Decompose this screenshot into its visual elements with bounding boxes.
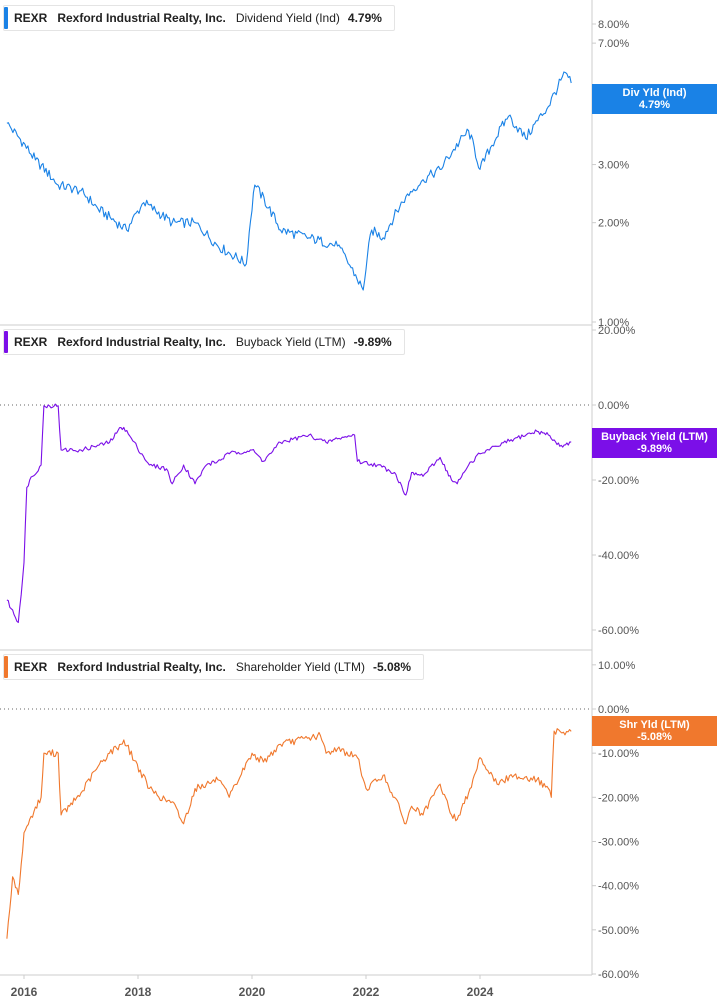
legend-ticker: REXR xyxy=(14,11,48,25)
y-tick-label: -40.00% xyxy=(598,550,639,562)
y-tick-label: 3.00% xyxy=(598,160,629,172)
y-tick-label: 10.00% xyxy=(598,660,636,672)
legend-metric: Dividend Yield (Ind) xyxy=(235,11,340,25)
x-tick-label: 2020 xyxy=(239,985,266,999)
y-tick-label: -30.00% xyxy=(598,837,639,849)
legend-metric: Buyback Yield (LTM) xyxy=(235,335,346,349)
series-line xyxy=(6,728,572,939)
series-line xyxy=(6,403,572,624)
y-tick-label: 8.00% xyxy=(598,19,629,31)
last-value-tag-buyback: Buyback Yield (LTM) -9.89% xyxy=(592,428,717,458)
legend-value: 4.79% xyxy=(347,11,382,25)
y-tick-label: 0.00% xyxy=(598,400,629,412)
tag-value: -5.08% xyxy=(637,731,672,743)
tag-label: Shr Yld (LTM) xyxy=(619,719,690,731)
y-tick-label: 20.00% xyxy=(598,325,636,337)
tag-label: Div Yld (Ind) xyxy=(622,87,687,99)
legend-company: Rexford Industrial Realty, Inc. xyxy=(57,335,226,349)
series-line xyxy=(6,71,572,291)
y-tick-label: -10.00% xyxy=(598,748,639,760)
tag-value: -9.89% xyxy=(637,443,672,455)
legend-value: -5.08% xyxy=(373,660,412,674)
legend-shareholder-yield: REXR Rexford Industrial Realty, Inc. Sha… xyxy=(3,654,425,680)
last-value-tag-shareholder: Shr Yld (LTM) -5.08% xyxy=(592,716,717,746)
legend-company: Rexford Industrial Realty, Inc. xyxy=(57,11,226,25)
chart-canvas: 1.00%2.00%3.00%5.00%7.00%8.00%20.00%0.00… xyxy=(0,0,639,999)
series-color-swatch xyxy=(4,656,8,678)
legend-dividend-yield: REXR Rexford Industrial Realty, Inc. Div… xyxy=(3,5,395,31)
y-tick-label: -40.00% xyxy=(598,881,639,893)
series-color-swatch xyxy=(4,7,8,29)
legend-company: Rexford Industrial Realty, Inc. xyxy=(57,660,226,674)
y-tick-label: -20.00% xyxy=(598,792,639,804)
last-value-tag-dividend: Div Yld (Ind) 4.79% xyxy=(592,84,717,114)
y-tick-label: -20.00% xyxy=(598,475,639,487)
y-tick-label: -50.00% xyxy=(598,925,639,937)
x-tick-label: 2024 xyxy=(467,985,494,999)
y-tick-label: 2.00% xyxy=(598,218,629,230)
y-tick-label: -60.00% xyxy=(598,969,639,981)
x-tick-label: 2018 xyxy=(125,985,152,999)
x-tick-label: 2022 xyxy=(353,985,380,999)
series-color-swatch xyxy=(4,331,8,353)
tag-value: 4.79% xyxy=(638,99,671,111)
legend-ticker: REXR xyxy=(14,660,48,674)
x-tick-label: 2016 xyxy=(11,985,38,999)
tag-label: Buyback Yield (LTM) xyxy=(601,431,708,443)
legend-metric: Shareholder Yield (LTM) xyxy=(235,660,365,674)
y-tick-label: -60.00% xyxy=(598,625,639,637)
legend-buyback-yield: REXR Rexford Industrial Realty, Inc. Buy… xyxy=(3,329,405,355)
y-tick-label: 7.00% xyxy=(598,38,629,50)
legend-ticker: REXR xyxy=(14,335,48,349)
y-tick-label: 0.00% xyxy=(598,704,629,716)
legend-value: -9.89% xyxy=(353,335,392,349)
